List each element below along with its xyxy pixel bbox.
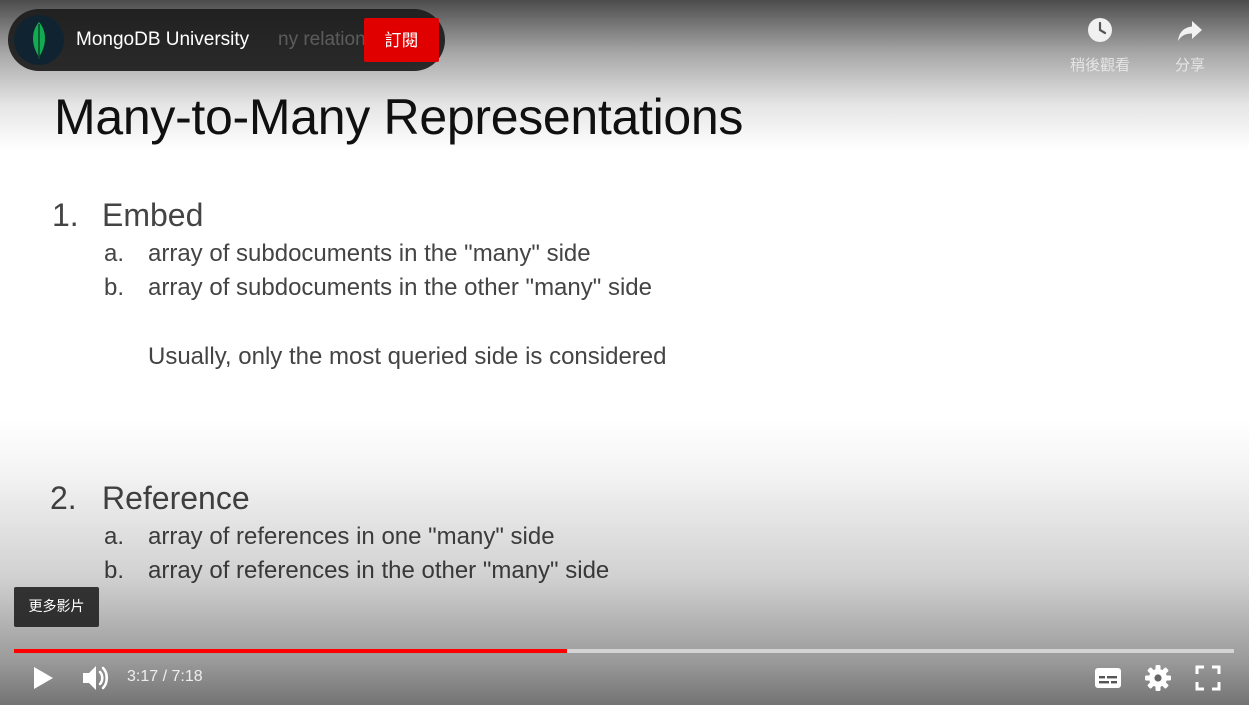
share-arrow-icon xyxy=(1178,21,1202,41)
video-frame[interactable]: Many-to-Many Representations 1. Embed a.… xyxy=(0,0,1249,705)
section-1-number: 1. xyxy=(52,197,79,233)
volume-button[interactable] xyxy=(80,663,112,698)
fullscreen-button[interactable] xyxy=(1195,665,1221,696)
more-videos-button[interactable]: 更多影片 xyxy=(14,587,99,627)
captions-button[interactable] xyxy=(1094,667,1122,694)
section-1-title: Embed xyxy=(102,197,204,233)
play-button[interactable] xyxy=(30,664,56,697)
settings-button[interactable] xyxy=(1144,664,1172,697)
video-title-overflow: ny relation xyxy=(278,29,366,50)
section-2-number: 2. xyxy=(50,480,77,516)
share-button[interactable]: 分享 xyxy=(1145,14,1235,76)
time-display: 3:17 / 7:18 xyxy=(127,668,203,685)
progress-bar[interactable] xyxy=(14,649,1234,653)
fullscreen-icon xyxy=(1195,665,1221,691)
section-2-title: Reference xyxy=(102,480,250,516)
section-1-item-a-letter: a. xyxy=(104,240,125,267)
section-1-note: Usually, only the most queried side is c… xyxy=(148,343,667,370)
play-icon xyxy=(34,667,53,689)
section-1-item-a-text: array of subdocuments in the "many" side xyxy=(148,240,591,267)
mongodb-leaf-icon xyxy=(33,22,45,59)
clock-icon xyxy=(1088,18,1112,42)
slide-title: Many-to-Many Representations xyxy=(54,89,744,145)
share-label: 分享 xyxy=(1174,56,1205,74)
gear-icon xyxy=(1145,665,1171,691)
captions-icon xyxy=(1095,668,1121,688)
subscribe-button[interactable]: 訂閱 xyxy=(364,18,439,62)
channel-avatar[interactable] xyxy=(14,15,64,65)
section-2-item-b-letter: b. xyxy=(104,557,125,584)
section-2-item-a-letter: a. xyxy=(104,523,125,550)
progress-played xyxy=(14,649,568,653)
watch-later-button[interactable]: 稍後觀看 xyxy=(1055,14,1145,76)
channel-name[interactable]: MongoDB University xyxy=(76,29,249,51)
section-2-item-b-text: array of references in the other "many" … xyxy=(148,557,610,584)
section-1-item-b-letter: b. xyxy=(104,274,125,301)
watch-later-label: 稍後觀看 xyxy=(1069,56,1130,74)
section-2-item-a-text: array of references in one "many" side xyxy=(148,523,555,550)
channel-bar: ny relation MongoDB University 訂閱 xyxy=(8,9,445,71)
section-1-item-b-text: array of subdocuments in the other "many… xyxy=(148,274,652,301)
volume-icon xyxy=(83,666,109,690)
